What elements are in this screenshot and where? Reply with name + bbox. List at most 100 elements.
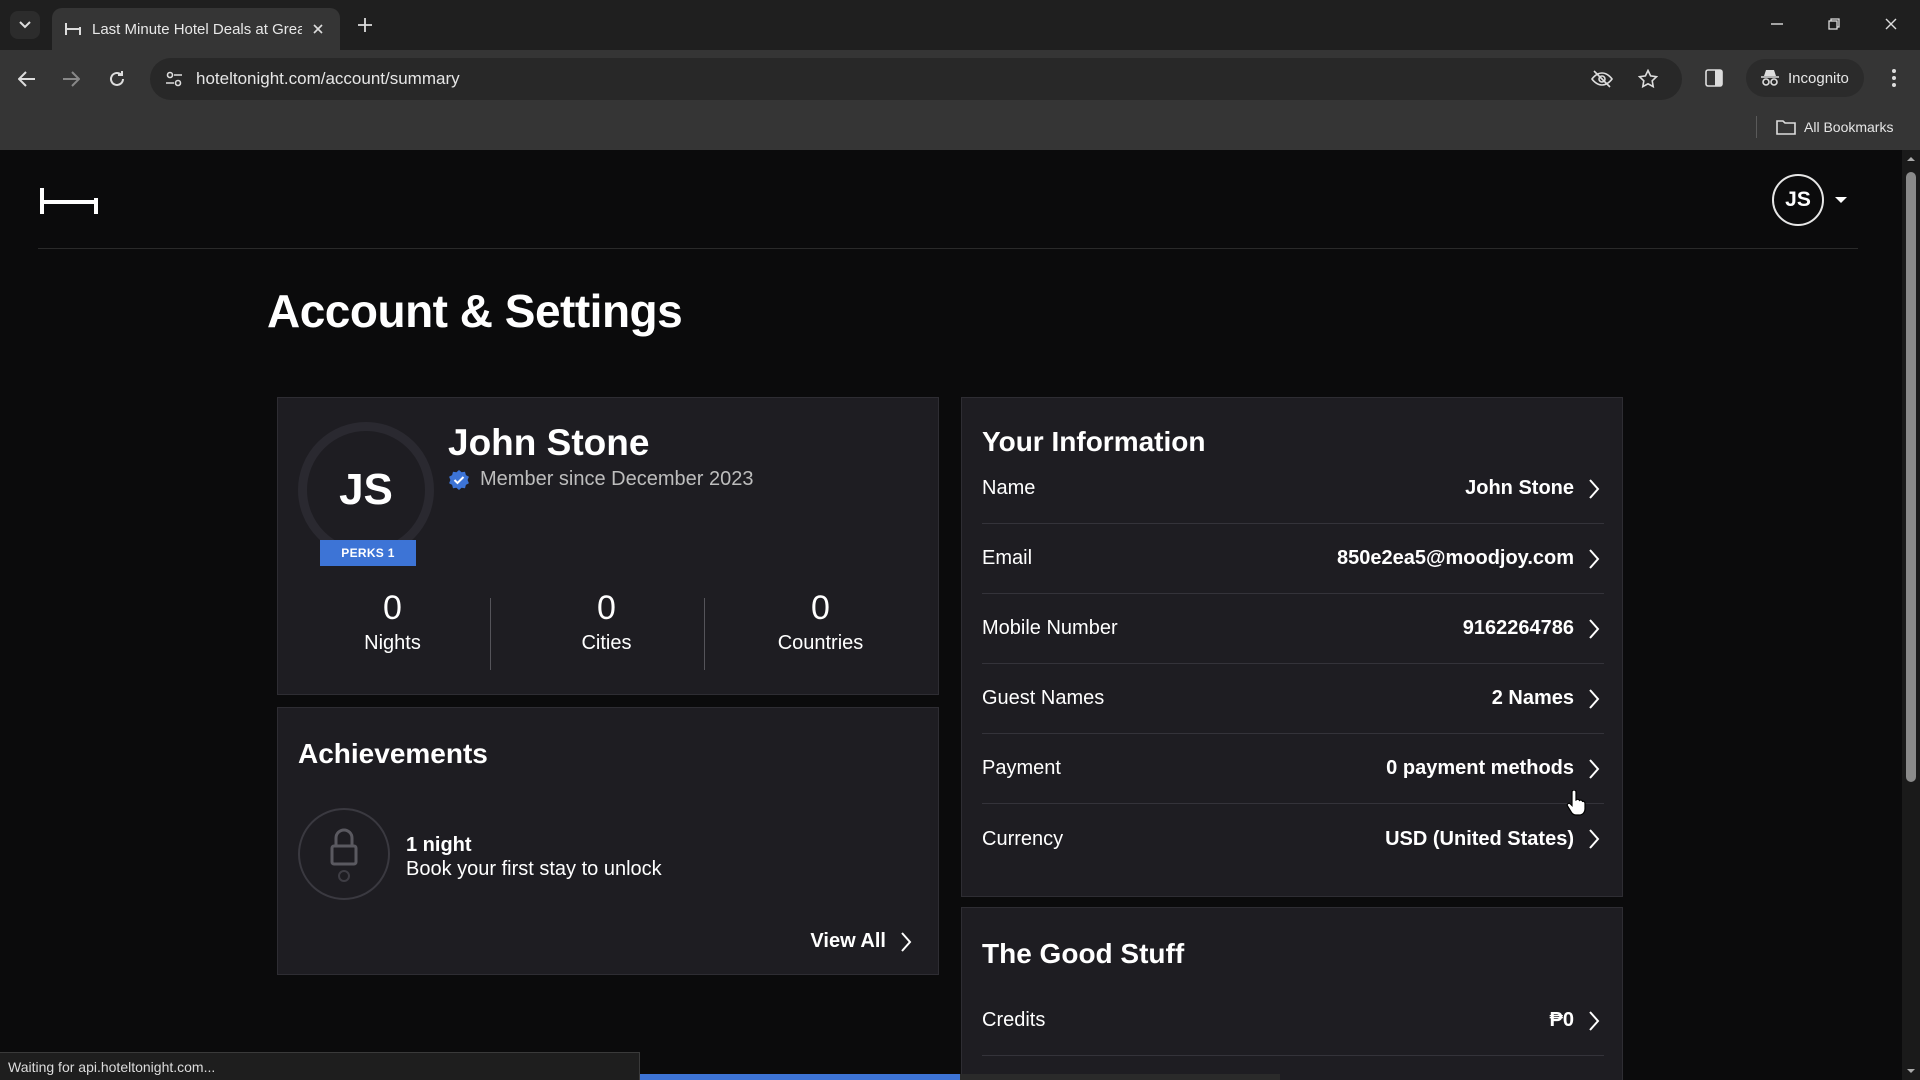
incognito-icon (1761, 70, 1779, 86)
browser-tab-active[interactable]: Last Minute Hotel Deals at Great Prices (52, 8, 340, 50)
hoteltonight-logo-icon[interactable] (40, 188, 98, 214)
info-row-guest-names[interactable]: Guest Names 2 Names (982, 664, 1604, 734)
info-row-credits[interactable]: Credits ₱0 (982, 986, 1604, 1056)
tab-search-button[interactable] (10, 11, 40, 39)
side-panel-icon (1705, 69, 1723, 87)
close-window-button[interactable] (1874, 10, 1908, 38)
restore-button[interactable] (1817, 10, 1851, 38)
page-load-progress-fill (640, 1074, 960, 1080)
reload-icon (110, 71, 124, 86)
bookmarks-divider (1756, 116, 1757, 138)
verified-badge-icon (449, 469, 469, 490)
info-value: USD (United States) (1385, 827, 1574, 850)
folder-icon (1776, 120, 1796, 135)
lock-icon (330, 828, 358, 882)
all-bookmarks-label: All Bookmarks (1804, 119, 1894, 135)
profile-name: John Stone (448, 422, 650, 463)
stat-label: Nights (364, 632, 421, 654)
info-value: John Stone (1465, 477, 1574, 499)
travel-stats: 0 Nights 0 Cities 0 Countries (278, 588, 940, 670)
member-since-text: Member since December 2023 (480, 468, 754, 490)
profile-avatar: JS (298, 422, 434, 558)
stat-cities: 0 Cities (500, 588, 713, 655)
info-row-payment[interactable]: Payment 0 payment methods (982, 734, 1604, 804)
good-stuff-title: The Good Stuff (982, 938, 1185, 969)
avatar[interactable]: JS (1772, 174, 1824, 226)
reload-button[interactable] (102, 64, 132, 94)
site-info-icon[interactable] (162, 67, 186, 91)
stat-divider (490, 598, 491, 670)
chevron-right-icon (901, 931, 912, 952)
page-title: Account & Settings (267, 285, 683, 337)
info-value: 9162264786 (1462, 617, 1574, 639)
info-label: Name (982, 477, 1036, 499)
scroll-down-icon[interactable] (1906, 1066, 1916, 1076)
stat-value: 0 (383, 589, 402, 627)
scrollbar-thumb[interactable] (1906, 172, 1916, 782)
account-menu[interactable]: JS (1772, 174, 1848, 226)
stat-value: 0 (597, 589, 616, 627)
achievement-description: Book your first stay to unlock (406, 858, 662, 880)
good-stuff-card: The Good Stuff Credits ₱0 (961, 907, 1623, 1080)
info-value: 0 payment methods (1386, 757, 1574, 779)
stat-divider (704, 598, 705, 670)
close-icon (1885, 18, 1897, 30)
tab-close-icon[interactable] (308, 19, 328, 39)
side-panel-button[interactable] (1700, 64, 1728, 92)
bookmark-star-icon[interactable] (1636, 67, 1660, 91)
achievement-name: 1 night (406, 834, 472, 856)
incognito-label: Incognito (1788, 69, 1849, 87)
chevron-down-icon (19, 21, 31, 29)
browser-status-bar: Waiting for api.hoteltonight.com... (0, 1052, 640, 1080)
info-label: Mobile Number (982, 617, 1118, 639)
browser-menu-button[interactable] (1882, 64, 1906, 92)
chevron-right-icon (1589, 1010, 1600, 1031)
info-label: Payment (982, 757, 1061, 779)
scroll-up-icon[interactable] (1906, 154, 1916, 164)
browser-tab-bar: Last Minute Hotel Deals at Great Prices (0, 0, 1920, 50)
arrow-left-icon (18, 71, 35, 87)
chevron-right-icon (1589, 688, 1600, 709)
view-all-label: View All (810, 930, 886, 952)
info-row-currency[interactable]: Currency USD (United States) (982, 804, 1604, 874)
plus-icon (358, 18, 372, 32)
arrow-right-icon (63, 71, 80, 87)
minimize-icon (1771, 23, 1783, 25)
your-information-card: Your Information Name John Stone Email 8… (961, 397, 1623, 897)
new-tab-button[interactable] (352, 12, 378, 38)
view-all-achievements-link[interactable]: View All (810, 930, 912, 953)
info-row-name[interactable]: Name John Stone (982, 454, 1604, 524)
stat-label: Countries (777, 632, 864, 654)
stat-countries: 0 Countries (714, 588, 927, 655)
info-label: Credits (982, 1009, 1046, 1031)
url-text[interactable]: hoteltonight.com/account/summary (196, 69, 460, 89)
more-vertical-icon (1892, 69, 1896, 87)
page-load-progress (640, 1074, 1280, 1080)
forward-button[interactable] (56, 64, 86, 94)
info-row-mobile-number[interactable]: Mobile Number 9162264786 (982, 594, 1604, 664)
chevron-right-icon (1589, 618, 1600, 639)
restore-icon (1828, 18, 1840, 30)
back-button[interactable] (12, 64, 42, 94)
perks-badge: PERKS 1 (320, 540, 416, 566)
achievements-title: Achievements (298, 738, 488, 769)
stat-value: 0 (811, 589, 830, 627)
info-label: Email (982, 547, 1033, 569)
eye-slash-icon[interactable] (1590, 67, 1614, 91)
minimize-button[interactable] (1760, 10, 1794, 38)
caret-down-icon (1835, 197, 1847, 203)
info-value: 850e2ea5@moodjoy.com (1336, 547, 1574, 569)
achievements-card: Achievements 1 night Book your first sta… (277, 707, 939, 975)
incognito-indicator[interactable]: Incognito (1746, 59, 1864, 97)
bookmarks-bar: All Bookmarks (0, 108, 1920, 150)
address-bar[interactable]: hoteltonight.com/account/summary (150, 58, 1682, 100)
info-row-email[interactable]: Email 850e2ea5@moodjoy.com (982, 524, 1604, 594)
stat-nights: 0 Nights (286, 588, 499, 655)
info-label: Currency (982, 827, 1064, 850)
member-since-row: Member since December 2023 (448, 468, 753, 491)
info-value: ₱0 (1549, 1009, 1574, 1031)
page-scrollbar[interactable] (1902, 150, 1920, 1080)
achievement-badge (298, 808, 390, 900)
all-bookmarks-button[interactable]: All Bookmarks (1776, 114, 1893, 140)
page-content: JS Account & Settings JS PERKS 1 John St… (0, 150, 1902, 1080)
